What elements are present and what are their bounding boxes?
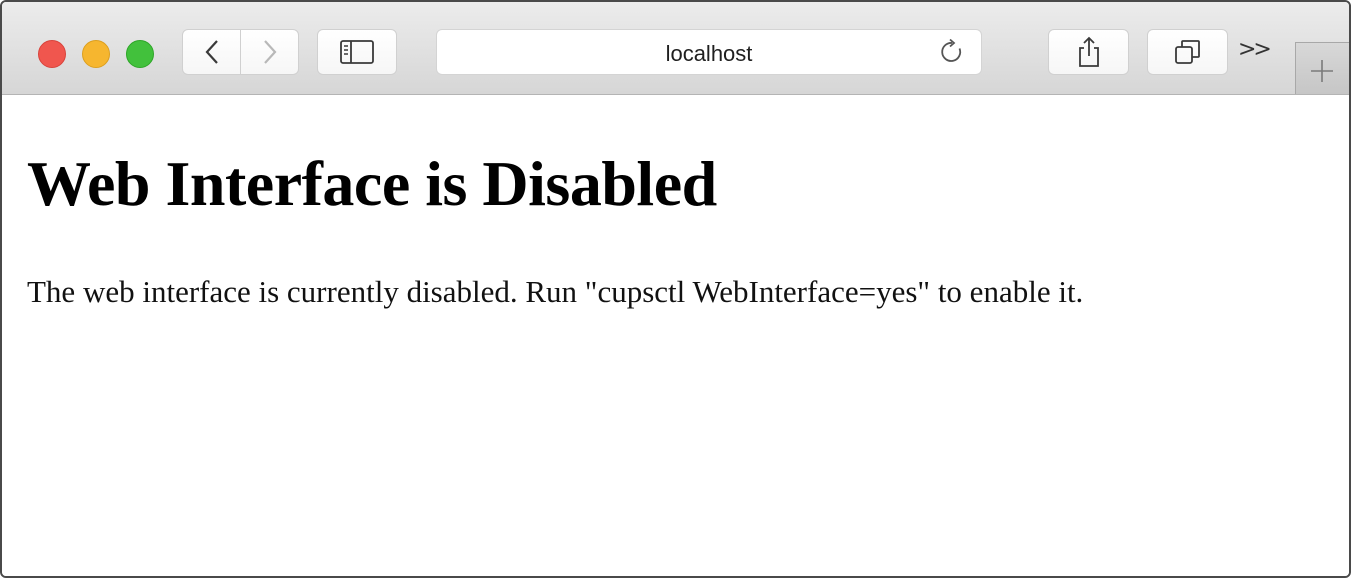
page-content: Web Interface is Disabled The web interf…	[2, 95, 1349, 576]
page-message: The web interface is currently disabled.…	[27, 274, 1084, 309]
minimize-window-button[interactable]	[82, 40, 110, 68]
chevron-left-icon	[205, 40, 218, 64]
new-tab-button[interactable]	[1295, 42, 1349, 94]
browser-window: localhost >> Web Interface is Disabled T…	[0, 0, 1351, 578]
chevron-right-icon	[263, 40, 276, 64]
back-button[interactable]	[182, 29, 241, 75]
address-bar-url: localhost	[665, 41, 753, 66]
reload-icon[interactable]	[939, 38, 965, 66]
share-icon	[1078, 36, 1099, 67]
zoom-window-button[interactable]	[126, 40, 154, 68]
plus-icon	[1311, 60, 1333, 82]
page-heading: Web Interface is Disabled	[27, 148, 717, 219]
tab-overview-button[interactable]	[1147, 29, 1228, 75]
address-bar[interactable]: localhost	[436, 29, 982, 75]
sidebar-icon	[340, 40, 374, 64]
double-chevron-icon: >>	[1238, 37, 1272, 62]
tab-overview-icon	[1174, 40, 1200, 64]
share-button[interactable]	[1048, 29, 1129, 75]
more-toolbar-items-button[interactable]: >>	[1238, 37, 1272, 62]
sidebar-button[interactable]	[317, 29, 397, 75]
close-window-button[interactable]	[38, 40, 66, 68]
forward-button[interactable]	[241, 29, 299, 75]
browser-toolbar: localhost >>	[2, 2, 1349, 95]
